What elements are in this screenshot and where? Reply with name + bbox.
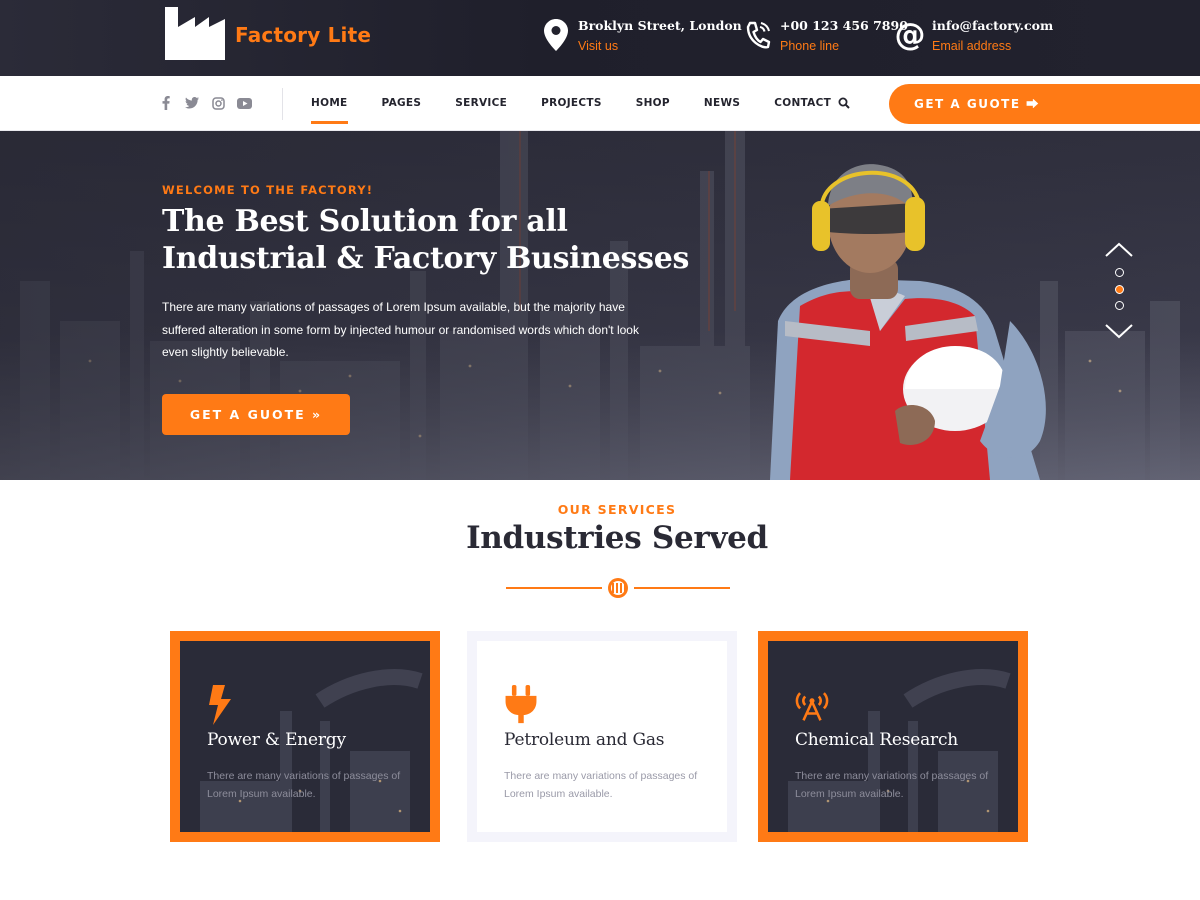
nav-item-projects[interactable]: PROJECTS: [541, 76, 602, 131]
address-text: Broklyn Street, London: [578, 18, 742, 33]
nav-item-shop[interactable]: SHOP: [636, 76, 670, 131]
service-card-petroleum[interactable]: Petroleum and Gas There are many variati…: [467, 631, 737, 842]
service-card-title: Chemical Research: [795, 730, 959, 750]
hero-description: There are many variations of passages of…: [162, 300, 639, 359]
hero-slider: WELCOME TO THE FACTORY! The Best Solutio…: [0, 131, 1200, 480]
search-icon[interactable]: [838, 96, 852, 110]
hero-get-quote-button[interactable]: GET A GUOTE »: [162, 394, 350, 435]
gear-divider-icon: [506, 578, 730, 598]
contact-email: @ info@factory.com Email address: [892, 15, 1054, 55]
contact-phone: +00 123 456 7890 Phone line: [740, 15, 908, 55]
hero-title: The Best Solution for all Industrial & F…: [162, 204, 690, 276]
factory-logo-icon: [165, 7, 225, 60]
phone-line-label: Phone line: [780, 39, 840, 53]
service-card-title: Power & Energy: [207, 730, 346, 750]
social-links: [158, 95, 252, 111]
service-card-description: There are many variations of passages of…: [504, 770, 698, 800]
service-card-description: There are many variations of passages of…: [207, 770, 401, 800]
email-address-label: Email address: [932, 39, 1012, 53]
at-sign-icon: @: [894, 17, 926, 53]
contact-address: Broklyn Street, London Visit us: [538, 15, 742, 55]
logo[interactable]: Factory Lite: [165, 7, 371, 60]
instagram-icon[interactable]: [210, 95, 226, 111]
service-card-chemical[interactable]: Chemical Research There are many variati…: [758, 631, 1028, 842]
antenna-tower-icon: [795, 692, 829, 721]
email-address[interactable]: info@factory.com: [932, 15, 1053, 37]
slide-dot-1[interactable]: [1115, 268, 1124, 277]
service-card-title: Petroleum and Gas: [504, 730, 665, 750]
slide-dot-2[interactable]: [1115, 285, 1124, 294]
card-image: Power & Energy There are many variations…: [180, 641, 430, 832]
facebook-icon[interactable]: [158, 95, 174, 111]
nav-item-pages[interactable]: PAGES: [382, 76, 422, 131]
phone-number[interactable]: +00 123 456 7890: [780, 15, 908, 37]
get-quote-button[interactable]: GET A GUOTE ⮕: [889, 84, 1200, 124]
slide-dot-3[interactable]: [1115, 301, 1124, 310]
phone-icon: [740, 15, 776, 55]
nav-item-contact[interactable]: CONTACT: [774, 76, 831, 131]
service-card-description: There are many variations of passages of…: [795, 770, 989, 800]
chevron-down-icon[interactable]: [1105, 324, 1133, 339]
card-image: Chemical Research There are many variati…: [768, 641, 1018, 832]
youtube-icon[interactable]: [236, 95, 252, 111]
hero-eyebrow: WELCOME TO THE FACTORY!: [162, 183, 374, 197]
nav-item-service[interactable]: SERVICE: [455, 76, 507, 131]
nav-divider: [282, 88, 283, 120]
menu: HOME PAGES SERVICE PROJECTS SHOP NEWS CO…: [311, 76, 865, 131]
brand-name: Factory Lite: [235, 22, 372, 47]
service-card-power[interactable]: Power & Energy There are many variations…: [170, 631, 440, 842]
card-body: Petroleum and Gas There are many variati…: [477, 641, 727, 832]
plug-icon: [505, 685, 537, 724]
map-pin-icon: [538, 15, 574, 55]
top-bar: Factory Lite Broklyn Street, London Visi…: [0, 0, 1200, 76]
lightning-bolt-icon: [209, 685, 231, 725]
services-title: Industries Served: [466, 520, 768, 556]
chevron-up-icon[interactable]: [1105, 242, 1133, 257]
twitter-icon[interactable]: [184, 95, 200, 111]
nav-item-home[interactable]: HOME: [311, 76, 348, 131]
nav-item-news[interactable]: NEWS: [704, 76, 740, 131]
services-eyebrow: OUR SERVICES: [557, 502, 677, 517]
visit-us-link[interactable]: Visit us: [578, 37, 742, 55]
